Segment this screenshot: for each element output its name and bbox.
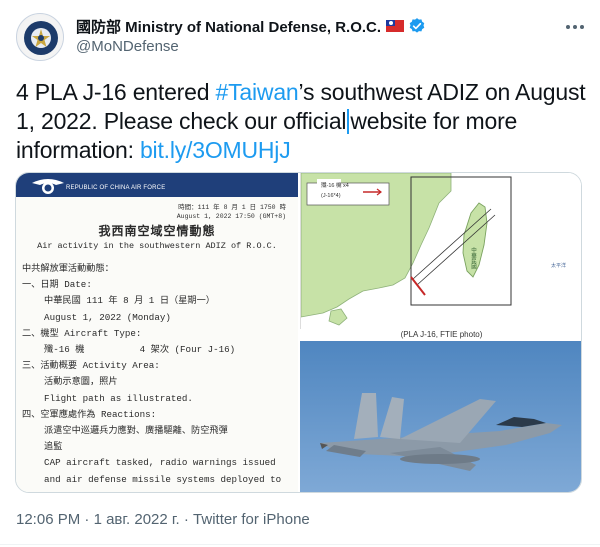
- author-block: 國防部 Ministry of National Defense, R.O.C.…: [76, 16, 426, 55]
- flight-path-map[interactable]: 殲-16 機 x4 (J-16*4) 中華民國 太平洋: [300, 173, 581, 336]
- more-options-icon[interactable]: [564, 18, 586, 36]
- doc-line: 一、日期 Date:: [22, 279, 92, 291]
- tweet-source[interactable]: Twitter for iPhone: [193, 511, 310, 528]
- air-force-emblem-icon: [32, 179, 64, 194]
- map-legend-label-1: 殲-16 機 x4: [321, 181, 349, 189]
- author-name-row: 國防部 Ministry of National Defense, R.O.C.: [76, 16, 426, 36]
- doc-line: 活動示意圖，照片: [22, 376, 118, 388]
- author-handle[interactable]: @MoNDefense: [76, 38, 426, 55]
- map-ocean-label: 太平洋: [551, 262, 566, 269]
- doc-line: and air defense missile systems deployed…: [22, 473, 282, 485]
- doc-line: Flight path as illustrated.: [22, 392, 193, 404]
- doc-line: 三、活動概要 Activity Area:: [22, 360, 160, 372]
- tweet: 國防部 Ministry of National Defense, R.O.C.…: [0, 0, 600, 547]
- jet-illustration: [300, 341, 581, 492]
- doc-meta-line: August 1, 2022 17:50 (GMT+8): [176, 213, 286, 220]
- tweet-metadata: 12:06 PM · 1 авг. 2022 г. · Twitter for …: [16, 511, 310, 528]
- doc-line: 派遣空中巡邏兵力應對、廣播驅離、防空飛彈: [22, 425, 228, 437]
- doc-band-text: REPUBLIC OF CHINA AIR FORCE: [66, 185, 166, 191]
- meta-separator: ·: [80, 511, 94, 528]
- tweet-date[interactable]: 1 авг. 2022 г.: [94, 511, 180, 528]
- report-document-image[interactable]: REPUBLIC OF CHINA AIR FORCE 時間：111 年 8 月…: [16, 173, 298, 492]
- divider: [0, 544, 600, 545]
- map-island-label: 中華民國: [470, 246, 477, 271]
- doc-meta-line: 時間：111 年 8 月 1 日 1750 時: [178, 204, 286, 211]
- verified-badge-icon: [409, 18, 425, 33]
- media-grid[interactable]: REPUBLIC OF CHINA AIR FORCE 時間：111 年 8 月…: [15, 172, 582, 493]
- ministry-emblem-icon: [19, 16, 63, 60]
- meta-separator: ·: [179, 511, 194, 528]
- tweet-text: 4 PLA J-16 entered #Taiwan’s southwest A…: [16, 78, 586, 165]
- tweet-time[interactable]: 12:06 PM: [16, 511, 80, 528]
- doc-line: 二、機型 Aircraft Type:: [22, 327, 142, 339]
- tweet-text-part: 4 PLA J-16 entered: [16, 79, 216, 105]
- hashtag-link[interactable]: #Taiwan: [216, 79, 299, 105]
- doc-line: 中華民國 111 年 8 月 1 日（星期一）: [22, 295, 215, 307]
- doc-body: 中共解放軍活動動態： 一、日期 Date: 中華民國 111 年 8 月 1 日（…: [22, 261, 298, 488]
- doc-line: 中共解放軍活動動態：: [22, 263, 114, 274]
- taiwan-flag-icon: [386, 20, 405, 32]
- map-graphic: 殲-16 機 x4 (J-16*4) 中華民國 太平洋: [300, 173, 581, 336]
- doc-subtitle: Air activity in the southwestern ADIZ of…: [37, 241, 277, 251]
- avatar[interactable]: [16, 13, 64, 61]
- website-link[interactable]: bit.ly/3OMUHjJ: [140, 137, 291, 163]
- doc-line: 追監: [22, 441, 63, 453]
- fighter-jet-photo[interactable]: [300, 341, 581, 492]
- doc-timestamp: 時間：111 年 8 月 1 日 1750 時 August 1, 2022 1…: [177, 203, 286, 221]
- doc-line: 四、空軍應處作為 Reactions:: [22, 408, 157, 420]
- map-legend-label-2: (J-16*4): [321, 193, 341, 199]
- doc-line: 殲-16 機 4 架次 (Four J-16): [22, 344, 236, 356]
- doc-line: CAP aircraft tasked, radio warnings issu…: [22, 457, 276, 469]
- author-name[interactable]: 國防部 Ministry of National Defense, R.O.C.: [76, 16, 381, 37]
- doc-line: August 1, 2022 (Monday): [22, 311, 171, 323]
- doc-title: 我西南空域空情動態: [98, 224, 216, 238]
- photo-caption: (PLA J-16, FTIE photo): [300, 329, 581, 341]
